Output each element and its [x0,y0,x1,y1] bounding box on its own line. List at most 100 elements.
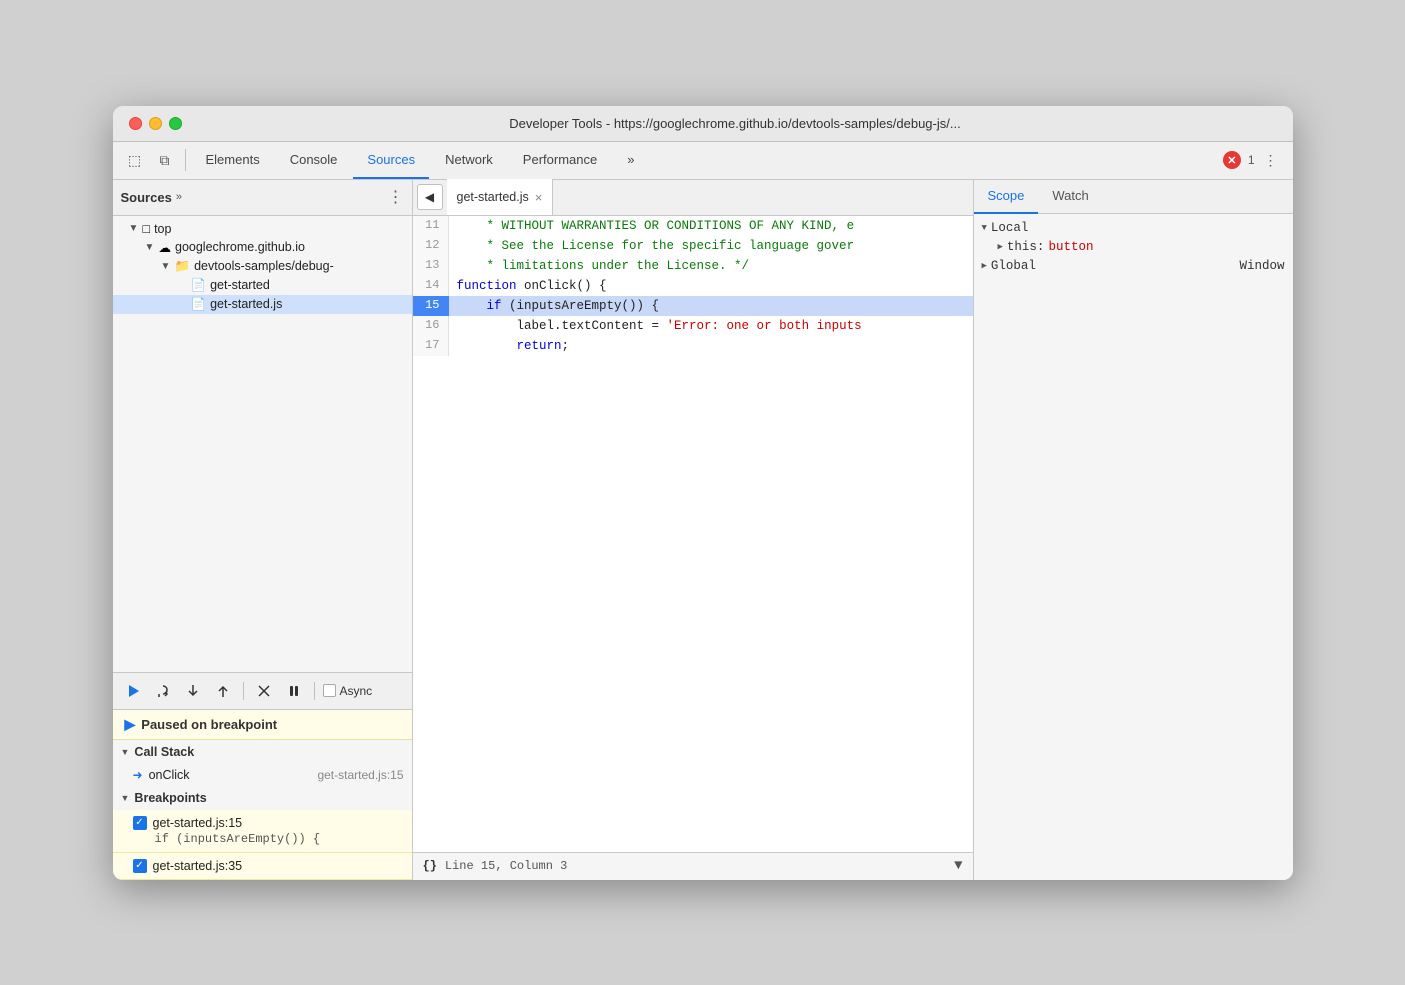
tree-item-get-started[interactable]: 📄 get-started [113,276,412,295]
sources-panel-title: Sources [121,190,172,205]
line-num-14: 14 [413,276,449,296]
close-button[interactable] [129,117,142,130]
code-tabs: ◀ get-started.js × [413,180,973,216]
paused-text: Paused on breakpoint [141,717,277,732]
tab-more[interactable]: » [613,141,648,179]
tree-label-top: top [154,222,171,236]
tree-item-get-started-js[interactable]: 📄 get-started.js [113,295,412,314]
scope-tabs: Scope Watch [974,180,1293,214]
call-stack-arrow-icon: ➜ [133,768,143,782]
line-content-12: * See the License for the specific langu… [449,236,855,256]
scope-global-value: Window [1239,259,1284,273]
error-area: ✕ 1 [1223,151,1255,169]
global-label: Global [991,259,1036,273]
panel-more-icon[interactable]: ⋮ [388,187,404,207]
code-status-bar: {} Line 15, Column 3 ▼ [413,852,973,880]
minimize-button[interactable] [149,117,162,130]
file-tree: ▼ □ top ▼ ☁ googlechrome.github.io ▼ 📁 d… [113,216,412,672]
tab-elements[interactable]: Elements [192,141,274,179]
scope-section-global[interactable]: ▶ Global Window [974,256,1293,276]
code-line-15: 15 if (inputsAreEmpty()) { [413,296,973,316]
line-content-17: return; [449,336,570,356]
tree-arrow-top: ▼ [129,223,139,234]
scope-item-this[interactable]: ▶ this: button [974,238,1293,256]
code-tab-close-icon[interactable]: × [535,191,543,204]
async-checkbox[interactable] [323,684,336,697]
sources-panel-header: Sources » ⋮ [113,180,412,216]
code-tab-name: get-started.js [457,190,529,204]
code-area: 11 * WITHOUT WARRANTIES OR CONDITIONS OF… [413,216,973,880]
scope-val-this: button [1048,240,1093,254]
device-toggle-icon[interactable]: ⧉ [151,146,179,174]
panel-chevron-icon[interactable]: » [176,191,182,203]
step-into-button[interactable] [181,679,205,703]
call-stack-arrow: ▼ [121,747,130,757]
step-out-button[interactable] [211,679,235,703]
folder-icon-top: □ [143,222,151,236]
code-line-14: 14 function onClick() { [413,276,973,296]
tree-item-devtools[interactable]: ▼ 📁 devtools-samples/debug- [113,257,412,276]
cloud-icon-github: ☁ [159,240,172,255]
settings-icon[interactable]: ⋮ [1257,146,1285,174]
tab-console[interactable]: Console [276,141,352,179]
format-icon[interactable]: ▼ [954,858,962,874]
error-icon[interactable]: ✕ [1223,151,1241,169]
call-stack-item-name: onClick [149,768,318,782]
line-num-13: 13 [413,256,449,276]
traffic-lights [129,117,182,130]
js-file-icon: 📄 [191,297,207,312]
folder-icon-devtools: 📁 [175,259,191,274]
call-stack-item-onclick[interactable]: ➜ onClick get-started.js:15 [113,764,412,786]
tree-arrow-devtools: ▼ [161,261,171,272]
bp-check-icon: ✓ [135,817,143,828]
file-icon-gs: 📄 [191,278,207,293]
line-content-13: * limitations under the License. */ [449,256,750,276]
status-position: Line 15, Column 3 [445,859,567,873]
deactivate-breakpoints-button[interactable] [252,679,276,703]
bp-checkbox-15[interactable]: ✓ [133,816,147,830]
nav-back-icon[interactable]: ◀ [417,184,443,210]
code-tab-gsjs[interactable]: get-started.js × [447,179,554,215]
tab-scope[interactable]: Scope [974,180,1039,214]
pause-on-exception-button[interactable] [282,679,306,703]
tab-watch[interactable]: Watch [1038,180,1102,214]
step-over-button[interactable] [151,679,175,703]
breakpoints-label: Breakpoints [134,791,206,805]
maximize-button[interactable] [169,117,182,130]
tab-sources[interactable]: Sources [353,141,429,179]
call-stack-label: Call Stack [134,745,194,759]
breakpoint-item-15[interactable]: ✓ get-started.js:15 if (inputsAreEmpty()… [113,810,412,853]
code-line-13: 13 * limitations under the License. */ [413,256,973,276]
line-num-15: 15 [413,296,449,316]
breakpoints-header[interactable]: ▼ Breakpoints [113,786,412,810]
call-stack-item-loc: get-started.js:15 [317,768,403,782]
bp-checkbox-35[interactable]: ✓ [133,859,147,873]
line-content-15: if (inputsAreEmpty()) { [449,296,660,316]
scope-section-local[interactable]: ▼ Local [974,218,1293,238]
line-content-16: label.textContent = 'Error: one or both … [449,316,862,336]
debug-bar: Async [113,672,412,710]
scope-panel: Scope Watch ▼ Local ▶ this: button ▶ Glo… [973,180,1293,880]
inspect-element-icon[interactable]: ⬚ [121,146,149,174]
right-area: ◀ get-started.js × 11 * WITHOUT WARRANTI… [413,180,973,880]
devtools-tabbar: ⬚ ⧉ Elements Console Sources Network Per… [113,142,1293,180]
tree-item-github[interactable]: ▼ ☁ googlechrome.github.io [113,238,412,257]
left-panel: Sources » ⋮ ▼ □ top ▼ ☁ googlechrome.git… [113,180,413,880]
async-label-text: Async [340,684,373,698]
debug-sep-2 [314,682,315,700]
devtools-window: Developer Tools - https://googlechrome.g… [113,106,1293,880]
bp-name-15: get-started.js:15 [153,816,243,830]
async-checkbox-label: Async [323,684,373,698]
bp-name-35: get-started.js:35 [153,859,243,873]
tab-separator [185,149,186,171]
tab-network[interactable]: Network [431,141,507,179]
tree-label-github: googlechrome.github.io [175,240,305,254]
tab-performance[interactable]: Performance [509,141,611,179]
paused-banner: ▶ Paused on breakpoint [113,710,412,740]
resume-button[interactable] [121,679,145,703]
tree-item-top[interactable]: ▼ □ top [113,220,412,238]
call-stack-header[interactable]: ▼ Call Stack [113,740,412,764]
line-content-11: * WITHOUT WARRANTIES OR CONDITIONS OF AN… [449,216,855,236]
breakpoint-item-35[interactable]: ✓ get-started.js:35 [113,853,412,880]
tree-label-gs: get-started [210,278,270,292]
